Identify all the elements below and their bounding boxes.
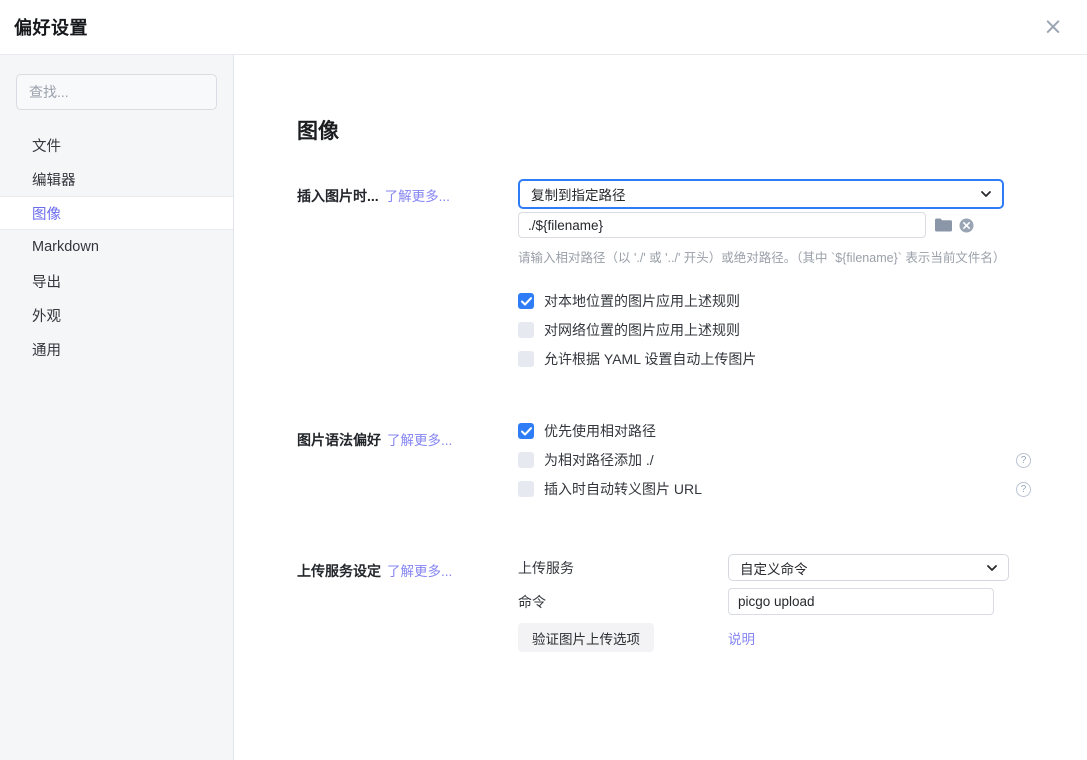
upload-service-row: 上传服务 自定义命令: [518, 554, 1031, 581]
close-icon[interactable]: ×: [1039, 13, 1067, 41]
checkmark-icon: [521, 297, 532, 306]
sidebar-item-label: Markdown: [32, 239, 99, 255]
path-hint-text: 请输入相对路径（以 './' 或 '../' 开头）或绝对路径。（其中 `${f…: [518, 247, 1004, 266]
help-icon[interactable]: ?: [1016, 482, 1031, 497]
titlebar: 偏好设置 ×: [0, 0, 1087, 55]
checkbox-label: 允许根据 YAML 设置自动上传图片: [544, 349, 756, 369]
checkbox-add-dot-slash[interactable]: [518, 452, 534, 468]
checkbox-row-yaml-upload: 允许根据 YAML 设置自动上传图片: [518, 351, 1004, 367]
upload-actions-row: 验证图片上传选项 说明: [518, 623, 1031, 652]
checkbox-row-prefer-relative: 优先使用相对路径: [518, 423, 1031, 439]
insert-learn-more-link[interactable]: 了解更多...: [385, 189, 450, 204]
sidebar-item-label: 文件: [32, 135, 61, 156]
checkbox-row-network-images: 对网络位置的图片应用上述规则: [518, 322, 1004, 338]
upload-section-label: 上传服务设定: [297, 563, 381, 579]
upload-help-link[interactable]: 说明: [728, 628, 755, 648]
checkbox-row-local-images: 对本地位置的图片应用上述规则: [518, 293, 1004, 309]
checkbox-network-images[interactable]: [518, 322, 534, 338]
main-panel: 图像 插入图片时... 了解更多... 复制到指定路径: [234, 55, 1087, 760]
insert-section-label: 插入图片时...: [297, 188, 379, 204]
copy-path-input[interactable]: [518, 212, 926, 238]
clear-input-icon[interactable]: [959, 218, 974, 233]
command-row: 命令: [518, 588, 1031, 615]
sidebar-item-markdown[interactable]: Markdown: [0, 230, 233, 264]
checkbox-label: 对本地位置的图片应用上述规则: [544, 291, 740, 311]
upload-service-section: 上传服务设定了解更多... 上传服务 自定义命令 命令: [297, 554, 1087, 652]
command-input[interactable]: [728, 588, 994, 615]
preferences-window: 偏好设置 × 文件 编辑器 图像 Markdown: [0, 0, 1087, 760]
sidebar-item-label: 导出: [32, 271, 61, 292]
checkbox-yaml-upload[interactable]: [518, 351, 534, 367]
sidebar-item-label: 外观: [32, 305, 61, 326]
sidebar-item-label: 编辑器: [32, 169, 76, 190]
checkbox-local-images[interactable]: [518, 293, 534, 309]
command-label: 命令: [518, 592, 728, 612]
sidebar-item-editor[interactable]: 编辑器: [0, 162, 233, 196]
sidebar-item-export[interactable]: 导出: [0, 264, 233, 298]
checkbox-escape-url[interactable]: [518, 481, 534, 497]
sidebar-item-label: 通用: [32, 339, 61, 360]
insert-action-select-value: 复制到指定路径: [531, 184, 980, 204]
chevron-down-icon: [980, 188, 992, 200]
sidebar: 文件 编辑器 图像 Markdown 导出 外观 通用: [0, 55, 234, 760]
syntax-section-label: 图片语法偏好: [297, 432, 381, 448]
checkbox-row-add-dot-slash: 为相对路径添加 ./ ?: [518, 452, 1031, 468]
syntax-learn-more-link[interactable]: 了解更多...: [387, 433, 452, 448]
checkbox-prefer-relative[interactable]: [518, 423, 534, 439]
checkbox-label: 为相对路径添加 ./: [544, 450, 654, 470]
validate-upload-button[interactable]: 验证图片上传选项: [518, 623, 654, 652]
sidebar-item-label: 图像: [32, 203, 61, 224]
checkmark-icon: [521, 427, 532, 436]
checkbox-label: 对网络位置的图片应用上述规则: [544, 320, 740, 340]
upload-service-select-value: 自定义命令: [740, 558, 986, 578]
upload-service-label: 上传服务: [518, 558, 728, 578]
upload-service-select[interactable]: 自定义命令: [728, 554, 1009, 581]
sidebar-nav: 文件 编辑器 图像 Markdown 导出 外观 通用: [0, 128, 233, 366]
checkbox-label: 优先使用相对路径: [544, 421, 656, 441]
sidebar-item-file[interactable]: 文件: [0, 128, 233, 162]
window-title: 偏好设置: [14, 14, 88, 40]
checkbox-label: 插入时自动转义图片 URL: [544, 479, 702, 499]
sidebar-item-appearance[interactable]: 外观: [0, 298, 233, 332]
sidebar-item-general[interactable]: 通用: [0, 332, 233, 366]
image-syntax-section: 图片语法偏好了解更多... 优先使用相对路径 为相对路径添加 ./: [297, 423, 1087, 510]
help-icon[interactable]: ?: [1016, 453, 1031, 468]
page-title: 图像: [297, 115, 1087, 145]
folder-icon[interactable]: [935, 218, 952, 232]
sidebar-item-image[interactable]: 图像: [0, 196, 233, 230]
insert-action-select[interactable]: 复制到指定路径: [518, 179, 1004, 209]
chevron-down-icon: [986, 562, 998, 574]
checkbox-row-escape-url: 插入时自动转义图片 URL ?: [518, 481, 1031, 497]
insert-image-section: 插入图片时... 了解更多... 复制到指定路径: [297, 179, 1087, 380]
upload-learn-more-link[interactable]: 了解更多...: [387, 564, 452, 579]
search-input[interactable]: [16, 74, 217, 110]
